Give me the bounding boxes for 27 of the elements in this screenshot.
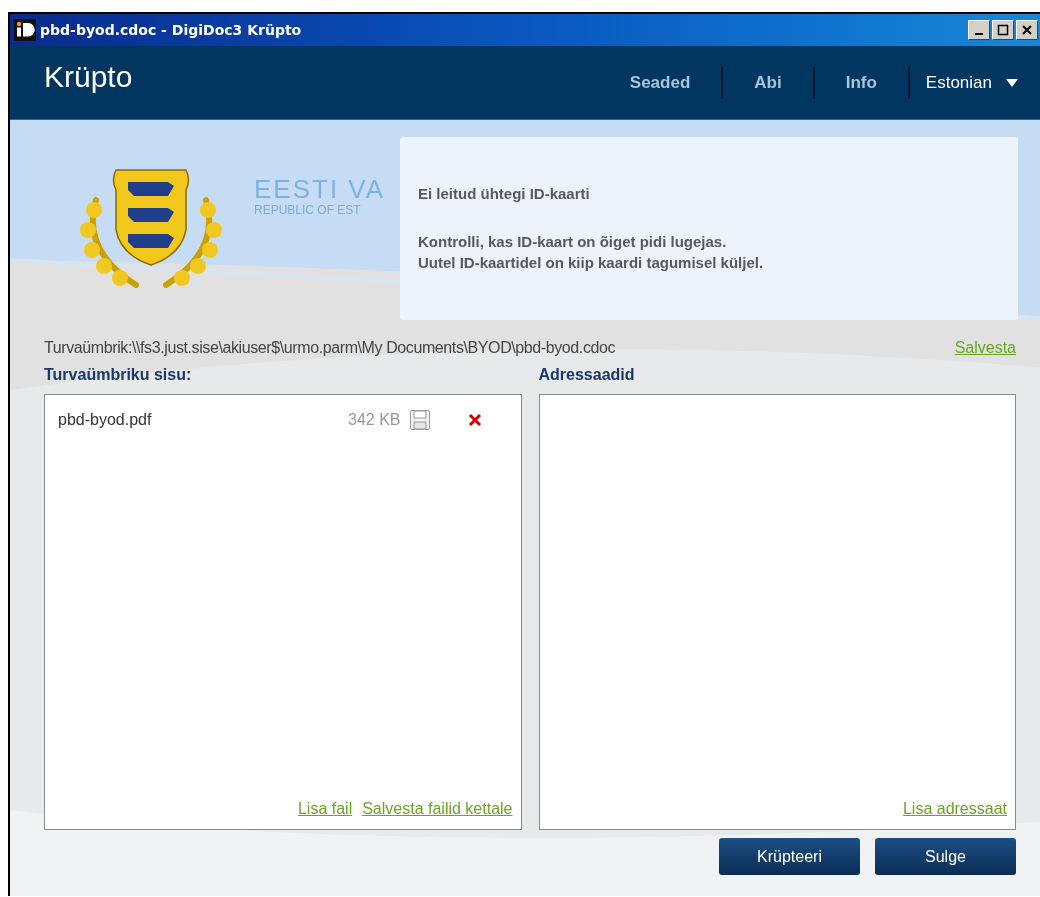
app-name: Krüpto: [44, 59, 133, 95]
logo-subtitle: REPUBLIC OF EST: [254, 203, 361, 217]
logo-title: EESTI VA: [254, 175, 386, 203]
close-button[interactable]: [1016, 20, 1038, 40]
close-icon: [1021, 24, 1033, 36]
message-text: Uutel ID-kaartidel on kiip kaardi tagumisel küljel.: [418, 252, 765, 273]
action-button[interactable]: Sulge: [875, 838, 1016, 875]
action-button[interactable]: Krüpteeri: [719, 838, 860, 875]
message-text: Kontrolli, kas ID-kaart on õiget pidi lugejas.: [418, 231, 728, 252]
app-icon: [14, 19, 36, 41]
maximize-icon: [997, 24, 1009, 36]
file-path: Turvaümbrik:\\fs3.just.sise\akiuser$\urmo.parm\My Documents\BYOD\pbd-byod.cdoc: [44, 338, 616, 358]
minimize-icon: [975, 33, 983, 35]
file-size: 342 KB: [348, 410, 401, 430]
maximize-button[interactable]: [992, 20, 1014, 40]
section-heading: Turvaümbriku sisu:: [44, 365, 193, 385]
file-name: pbd-byod.pdf: [58, 410, 152, 430]
nav-link[interactable]: Abi: [723, 69, 813, 96]
window-title: pbd-byod.cdoc - DigiDoc3 Krüpto: [40, 20, 302, 40]
language-dropdown[interactable]: Estonian: [925, 69, 1018, 96]
nav-link[interactable]: Seaded: [598, 69, 722, 96]
nav-link[interactable]: Info: [814, 69, 908, 96]
caret-icon: [1006, 78, 1018, 87]
section-heading: Adressaadid: [538, 365, 636, 385]
minimize-button[interactable]: [968, 20, 990, 40]
message-title: Ei leitud ühtegi ID-kaarti: [418, 184, 591, 204]
delete-icon[interactable]: [466, 412, 483, 428]
